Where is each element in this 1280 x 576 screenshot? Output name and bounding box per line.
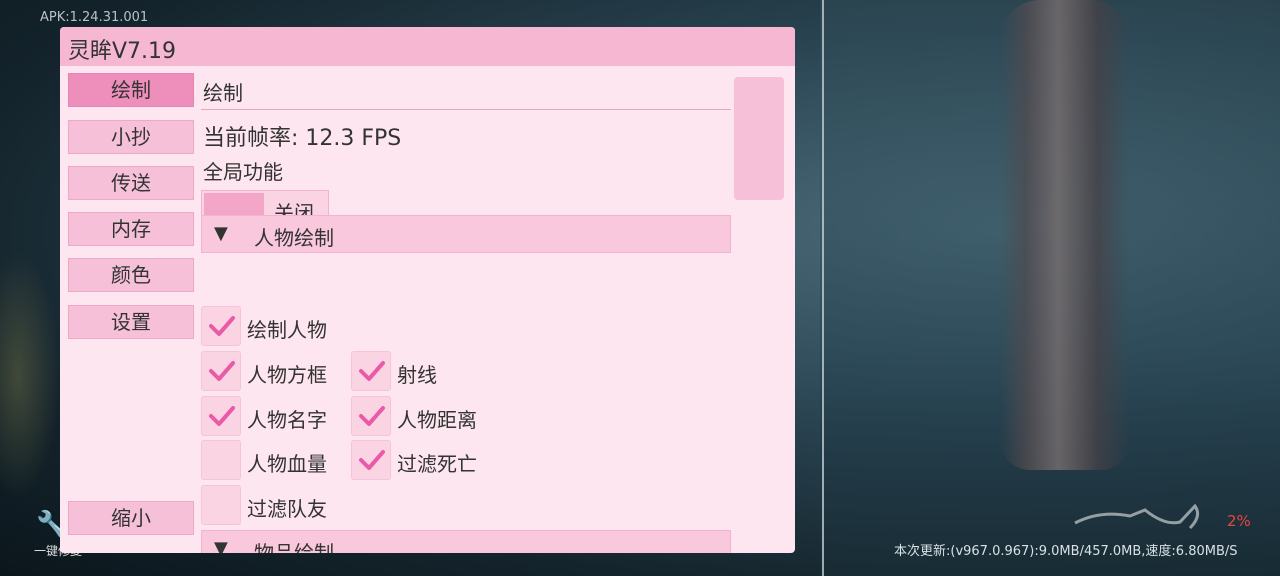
section-divider (201, 109, 731, 110)
checkmark-icon (209, 316, 235, 336)
background-scribble-icon (1074, 503, 1200, 530)
label-ray: 射线 (397, 363, 437, 387)
checkbox-player-health[interactable] (201, 440, 241, 480)
sidebar-item-memory[interactable]: 内存 (68, 212, 194, 246)
checkmark-icon (359, 450, 385, 470)
global-features-label: 全局功能 (203, 160, 283, 184)
label-player-box: 人物方框 (247, 363, 327, 387)
group-header-items[interactable]: ▼ 物品绘制 (201, 530, 731, 553)
progress-percent: 2% (1227, 512, 1251, 530)
checkbox-player-distance[interactable] (351, 396, 391, 436)
background-legs (1000, 0, 1130, 470)
sidebar-item-cheatsheet[interactable]: 小抄 (68, 120, 194, 154)
group-label-character: 人物绘制 (254, 226, 334, 250)
apk-version-label: APK:1.24.31.001 (40, 10, 149, 25)
checkbox-player-box[interactable] (201, 351, 241, 391)
checkbox-player-name[interactable] (201, 396, 241, 436)
title-bar[interactable]: 灵眸V7.19 (60, 27, 795, 66)
sidebar-item-draw[interactable]: 绘制 (68, 73, 194, 107)
section-title: 绘制 (203, 81, 243, 105)
collapse-arrow-icon: ▼ (214, 223, 228, 244)
checkmark-icon (209, 406, 235, 426)
fps-readout: 当前帧率: 12.3 FPS (203, 126, 402, 151)
checkmark-icon (209, 361, 235, 381)
sidebar-item-settings[interactable]: 设置 (68, 305, 194, 339)
label-filter-dead: 过滤死亡 (397, 452, 477, 476)
checkbox-filter-teammates[interactable] (201, 485, 241, 525)
label-draw-player: 绘制人物 (247, 318, 327, 342)
scrollbar-thumb[interactable] (734, 77, 784, 200)
mod-menu-panel: 灵眸V7.19 绘制 小抄 传送 内存 颜色 设置 缩小 绘制 当前帧率: 12… (60, 27, 795, 553)
minimize-button[interactable]: 缩小 (68, 501, 194, 535)
checkmark-icon (359, 406, 385, 426)
background-light-line (822, 0, 824, 576)
label-player-health: 人物血量 (247, 452, 327, 476)
group-header-character[interactable]: ▼ 人物绘制 (201, 215, 731, 253)
label-player-distance: 人物距离 (397, 408, 477, 432)
checkmark-icon (359, 361, 385, 381)
background-figure (0, 250, 60, 500)
label-player-name: 人物名字 (247, 408, 327, 432)
menu-title: 灵眸V7.19 (68, 39, 177, 64)
collapse-arrow-icon: ▼ (214, 538, 228, 553)
checkbox-filter-dead[interactable] (351, 440, 391, 480)
sidebar-item-color[interactable]: 颜色 (68, 258, 194, 292)
group-label-items: 物品绘制 (254, 541, 334, 553)
label-filter-teammates: 过滤队友 (247, 497, 327, 521)
update-status: 本次更新:(v967.0.967):9.0MB/457.0MB,速度:6.80M… (894, 544, 1238, 559)
sidebar-item-teleport[interactable]: 传送 (68, 166, 194, 200)
checkbox-ray[interactable] (351, 351, 391, 391)
checkbox-draw-player[interactable] (201, 306, 241, 346)
